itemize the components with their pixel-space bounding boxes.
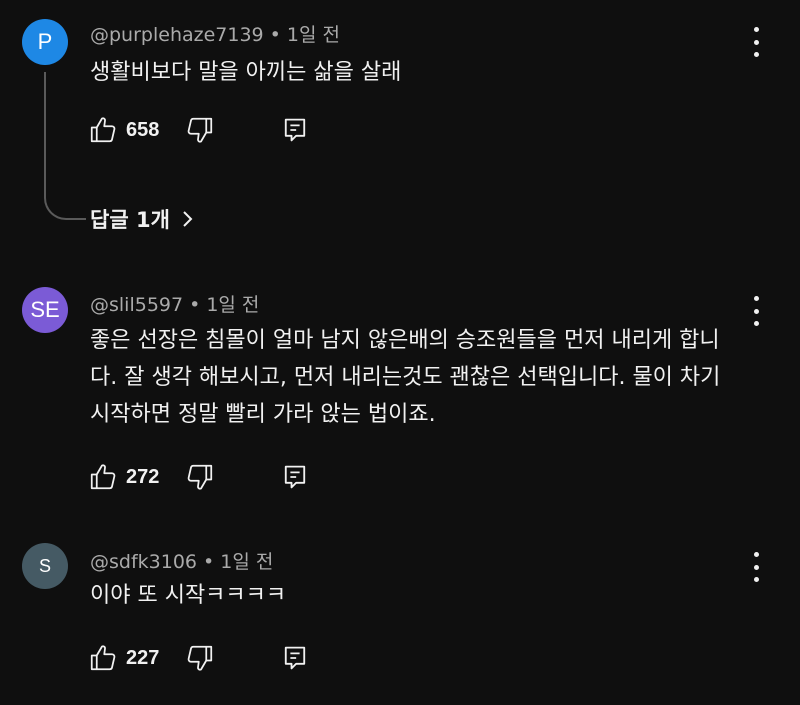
dislike-button[interactable] bbox=[185, 643, 215, 673]
reply-button[interactable] bbox=[281, 643, 309, 673]
reply-comment-icon bbox=[285, 646, 306, 670]
comment-time[interactable]: 1일 전 bbox=[220, 551, 273, 573]
like-count: 227 bbox=[126, 646, 160, 669]
comment-actions: 227 bbox=[88, 641, 309, 675]
comment-author[interactable]: @sdfk3106 bbox=[90, 551, 197, 573]
like-button[interactable] bbox=[88, 643, 118, 673]
more-options-button[interactable] bbox=[745, 552, 767, 582]
comment-item: S @sdfk3106 • 1일 전 이야 또 시작ㅋㅋㅋㅋ 227 bbox=[0, 0, 800, 705]
thumbs-down-icon bbox=[188, 645, 213, 671]
thumbs-up-icon bbox=[90, 645, 116, 671]
comment-text: 이야 또 시작ㅋㅋㅋㅋ bbox=[90, 583, 287, 608]
comment-meta: @sdfk3106 • 1일 전 bbox=[90, 551, 274, 573]
avatar[interactable]: S bbox=[22, 543, 68, 589]
more-vertical-icon bbox=[753, 552, 759, 557]
